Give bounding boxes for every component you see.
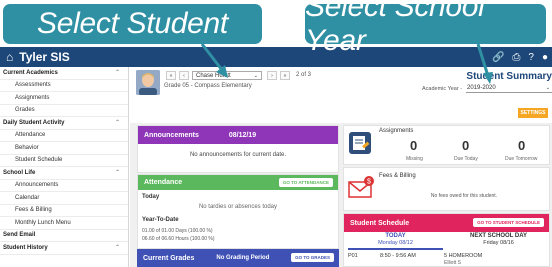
sidebar-item[interactable]: Fees & Billing	[0, 205, 128, 217]
schedule-title: Student Schedule	[350, 219, 410, 227]
sidebar-item[interactable]: Announcements	[0, 180, 128, 192]
fees-card: $ Fees & Billing No fees owed for this s…	[343, 167, 550, 211]
attendance-today-text: No tardies or absences today	[198, 204, 278, 210]
attendance-days: 01.00 of 01.00 Days (100.00 %)	[142, 228, 213, 234]
student-count: 2 of 3	[296, 72, 312, 78]
announcements-card: Announcements 08/12/19 No announcements …	[137, 125, 339, 173]
sidebar-section-label: School Life	[3, 169, 36, 176]
callout-arrow-year	[476, 43, 493, 84]
svg-text:$: $	[367, 179, 371, 186]
sidebar-item-label: Monthly Lunch Menu	[15, 219, 71, 226]
missing-count: 0	[410, 138, 418, 153]
grades-period: No Grading Period	[216, 255, 270, 261]
chevron-up-icon[interactable]: ⌃	[115, 169, 120, 176]
app-name: Tyler SIS	[19, 50, 70, 64]
sidebar-item[interactable]: Monthly Lunch Menu	[0, 217, 128, 230]
sidebar-section[interactable]: Current Academics ⌃	[0, 67, 128, 80]
sidebar-item[interactable]: Calendar	[0, 192, 128, 205]
sidebar-section[interactable]: Daily Student Activity ⌃	[0, 117, 128, 130]
sidebar-item[interactable]: Behavior	[0, 142, 128, 155]
attendance-ytd-label: Year-To-Date	[142, 217, 179, 223]
fees-text: No fees owed for this student.	[430, 193, 498, 199]
attendance-hours: 06.60 of 06.60 Hours (100.00 %)	[142, 236, 215, 242]
settings-button[interactable]: SETTINGS	[518, 108, 548, 118]
schedule-header: Student Schedule GO TO STUDENT SCHEDULE	[344, 214, 549, 232]
sidebar-section-label: Student History	[3, 244, 48, 251]
announcements-date: 08/12/19	[228, 131, 257, 139]
due-today-label: Due Today	[454, 156, 478, 162]
schedule-card: Student Schedule GO TO STUDENT SCHEDULE …	[343, 213, 550, 267]
sidebar-item-label: Assignments	[15, 94, 50, 101]
due-tomorrow-count: 0	[518, 138, 526, 153]
billing-icon: $	[348, 176, 374, 198]
first-student-button[interactable]: «	[166, 71, 176, 80]
grades-title: Current Grades	[143, 254, 195, 262]
sidebar-item[interactable]: Grades	[0, 105, 128, 117]
attendance-header: Attendance GO TO ATTENDANCE	[138, 175, 338, 190]
chevron-up-icon[interactable]: ⌃	[115, 119, 120, 126]
sidebar-item-label: Attendance	[15, 132, 46, 139]
grades-header: Current Grades No Grading Period GO TO G…	[137, 249, 339, 267]
main-content: « ‹ Chase Hulett ⌄ › » 2 of 3 Grade 05 - …	[130, 67, 552, 267]
fees-title: Fees & Billing	[379, 173, 416, 179]
schedule-time: 8:50 - 9:56 AM	[380, 253, 416, 259]
announcements-title: Announcements	[144, 131, 199, 139]
due-tomorrow-label: Due Tomorrow	[505, 156, 538, 162]
callout-arrow-student	[200, 43, 228, 78]
sidebar-section[interactable]: Send Email	[0, 230, 128, 242]
sidebar-section[interactable]: Student History ⌃	[0, 242, 128, 255]
go-to-attendance-button[interactable]: GO TO ATTENDANCE	[278, 177, 333, 187]
today-underline	[348, 248, 443, 250]
schedule-teacher: Elliott S	[444, 260, 461, 266]
schedule-today-date: Monday 08/12	[378, 240, 413, 246]
sidebar-section-label: Send Email	[3, 232, 36, 239]
schedule-period: P01	[348, 253, 358, 259]
schedule-next-date: Friday 08/16	[483, 240, 514, 246]
attendance-today-label: Today	[142, 194, 160, 200]
grades-card: Current Grades No Grading Period GO TO G…	[137, 249, 339, 267]
assignment-icon	[349, 132, 371, 154]
chevron-down-icon: ⌄	[253, 73, 258, 79]
chevron-up-icon[interactable]: ⌃	[115, 69, 120, 76]
sidebar-item-label: Student Schedule	[15, 157, 63, 164]
sidebar-nav: Current Academics ⌃ Assessments Assignments…	[0, 67, 129, 267]
sidebar-section-label: Current Academics	[3, 69, 58, 76]
attendance-title: Attendance	[144, 179, 183, 186]
sidebar-item-label: Fees & Billing	[15, 207, 52, 214]
chevron-down-icon: ⌄	[545, 85, 550, 91]
sidebar-section[interactable]: School Life ⌃	[0, 167, 128, 180]
academic-year-label: Academic Year -	[422, 86, 463, 92]
sidebar-item[interactable]: Assignments	[0, 92, 128, 105]
missing-label: Missing	[406, 156, 423, 162]
student-photo	[136, 70, 160, 95]
sidebar-item-label: Assessments	[15, 82, 51, 89]
sidebar-item-label: Grades	[15, 107, 35, 114]
attendance-card: Attendance GO TO ATTENDANCE Today No tar…	[137, 174, 339, 249]
schedule-course: 5 HOMEROOM	[444, 253, 483, 259]
sidebar-item[interactable]: Attendance	[0, 130, 128, 142]
go-to-schedule-button[interactable]: GO TO STUDENT SCHEDULE	[473, 218, 544, 227]
schedule-next-label: NEXT SCHOOL DAY	[469, 233, 527, 239]
sidebar-item[interactable]: Assessments	[0, 80, 128, 92]
last-student-button[interactable]: »	[280, 71, 290, 80]
due-today-count: 0	[462, 138, 470, 153]
next-student-button[interactable]: ›	[267, 71, 277, 80]
chevron-up-icon[interactable]: ⌃	[115, 244, 120, 251]
sidebar-item-label: Calendar	[15, 194, 40, 201]
grade-school: Grade 05 - Compass Elementary	[164, 83, 252, 89]
select-school-year-callout: Select School Year	[305, 0, 546, 57]
schedule-today-label: TODAY	[385, 233, 406, 239]
assignments-card: Assignments 0 Missing 0 Due Today 0 Due …	[343, 125, 550, 165]
sidebar-section-label: Daily Student Activity	[3, 119, 65, 126]
announcements-header: Announcements 08/12/19	[138, 126, 338, 144]
assignments-title: Assignments	[379, 128, 414, 134]
sidebar-item-label: Behavior	[15, 144, 39, 151]
sidebar-item[interactable]: Student Schedule	[0, 155, 128, 167]
announcements-empty: No announcements for current date.	[189, 152, 287, 158]
select-student-callout: Select Student	[3, 4, 262, 44]
sidebar-item-label: Announcements	[15, 182, 59, 189]
go-to-grades-button[interactable]: GO TO GRADES	[291, 253, 334, 262]
home-icon[interactable]: ⌂	[6, 50, 13, 64]
